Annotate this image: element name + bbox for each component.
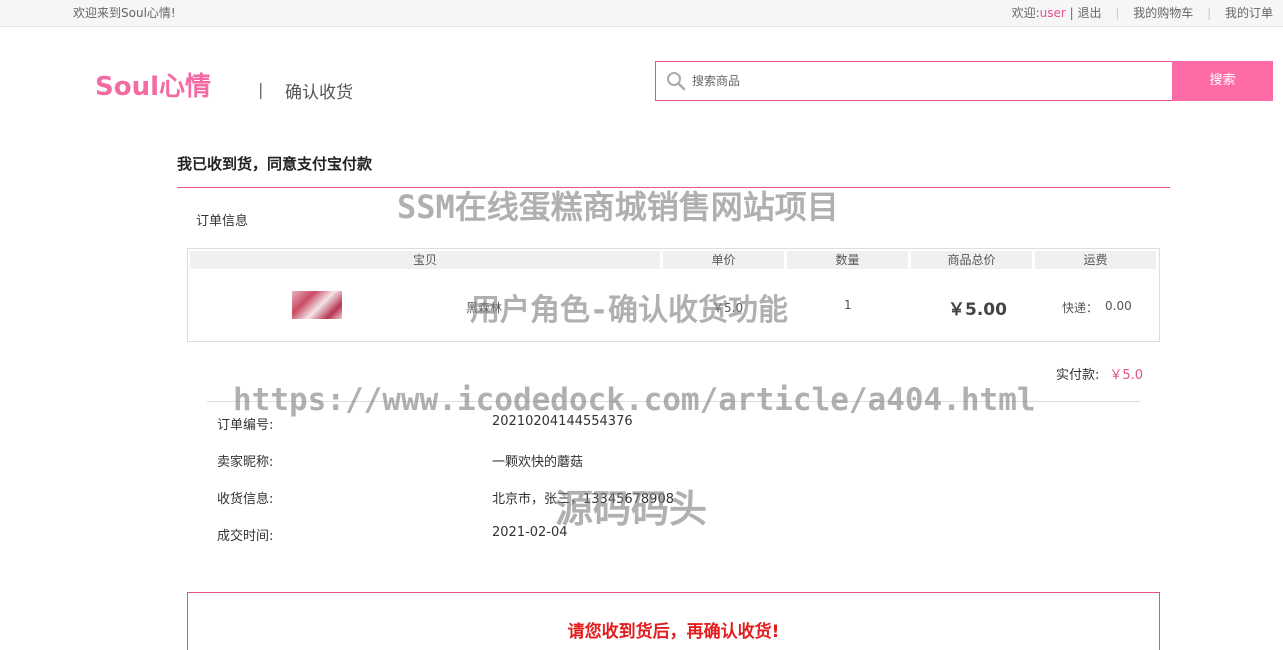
- item-total: ￥5.00: [948, 300, 1007, 320]
- greet-label: 欢迎:: [1011, 6, 1040, 20]
- nav-divider: |: [1115, 6, 1120, 20]
- column-header: 数量: [787, 251, 908, 269]
- pipe-divider: |: [1069, 6, 1074, 20]
- paid-amount: 实付款: ￥5.0: [1056, 364, 1143, 383]
- quantity: 1: [844, 298, 852, 312]
- watermark-feature: 用户角色-确认收货功能: [470, 293, 789, 328]
- paid-value: ￥5.0: [1109, 368, 1144, 383]
- table-header: 宝贝 单价 数量 商品总价 运费: [190, 251, 1159, 269]
- username-link[interactable]: user: [1040, 6, 1066, 20]
- search-bar: 搜索: [655, 61, 1273, 101]
- header-separator: |: [258, 80, 264, 99]
- column-header: 宝贝: [190, 251, 660, 269]
- watermark-brand: 源码码头: [555, 487, 708, 531]
- confirm-heading: 我已收到货，同意支付宝付款: [177, 155, 373, 173]
- shipping-fee: 0.00: [1105, 299, 1132, 313]
- search-icon: [667, 72, 686, 91]
- paid-label: 实付款:: [1056, 368, 1100, 383]
- site-logo[interactable]: Soul心情: [95, 66, 211, 103]
- cart-link[interactable]: 我的购物车: [1133, 6, 1193, 20]
- user-nav: 欢迎:user | 退出 | 我的购物车 | 我的订单: [1012, 4, 1273, 21]
- page-title: 确认收货: [285, 83, 353, 103]
- confirm-notice: 请您收到货后，再确认收货!: [567, 622, 780, 642]
- confirm-notice-box: 请您收到货后，再确认收货!: [187, 592, 1160, 650]
- watermark-project-title: SSM在线蛋糕商城销售网站项目: [397, 188, 839, 226]
- column-header: 商品总价: [911, 251, 1032, 269]
- welcome-text: 欢迎来到Soul心情!: [73, 6, 176, 20]
- nav-divider: |: [1207, 6, 1212, 20]
- seller-label: 卖家昵称:: [217, 455, 274, 470]
- column-header: 单价: [663, 251, 784, 269]
- search-button[interactable]: 搜索: [1172, 61, 1273, 101]
- deal-time-label: 成交时间:: [217, 529, 274, 544]
- watermark-url: https://www.icodedock.com/article/a404.h…: [233, 382, 1036, 418]
- product-thumbnail[interactable]: [292, 291, 342, 319]
- column-header: 运费: [1035, 251, 1156, 269]
- seller-value: 一颗欢快的蘑菇: [492, 455, 584, 470]
- shipping-label: 快递：: [1062, 301, 1099, 315]
- top-bar: 欢迎来到Soul心情! 欢迎:user | 退出 | 我的购物车 | 我的订单: [0, 0, 1283, 27]
- search-input[interactable]: [692, 62, 1168, 100]
- shipping-info-label: 收货信息:: [217, 492, 274, 507]
- logout-link[interactable]: 退出: [1078, 6, 1102, 20]
- orders-link[interactable]: 我的订单: [1225, 6, 1273, 20]
- order-info-label: 订单信息: [196, 214, 249, 229]
